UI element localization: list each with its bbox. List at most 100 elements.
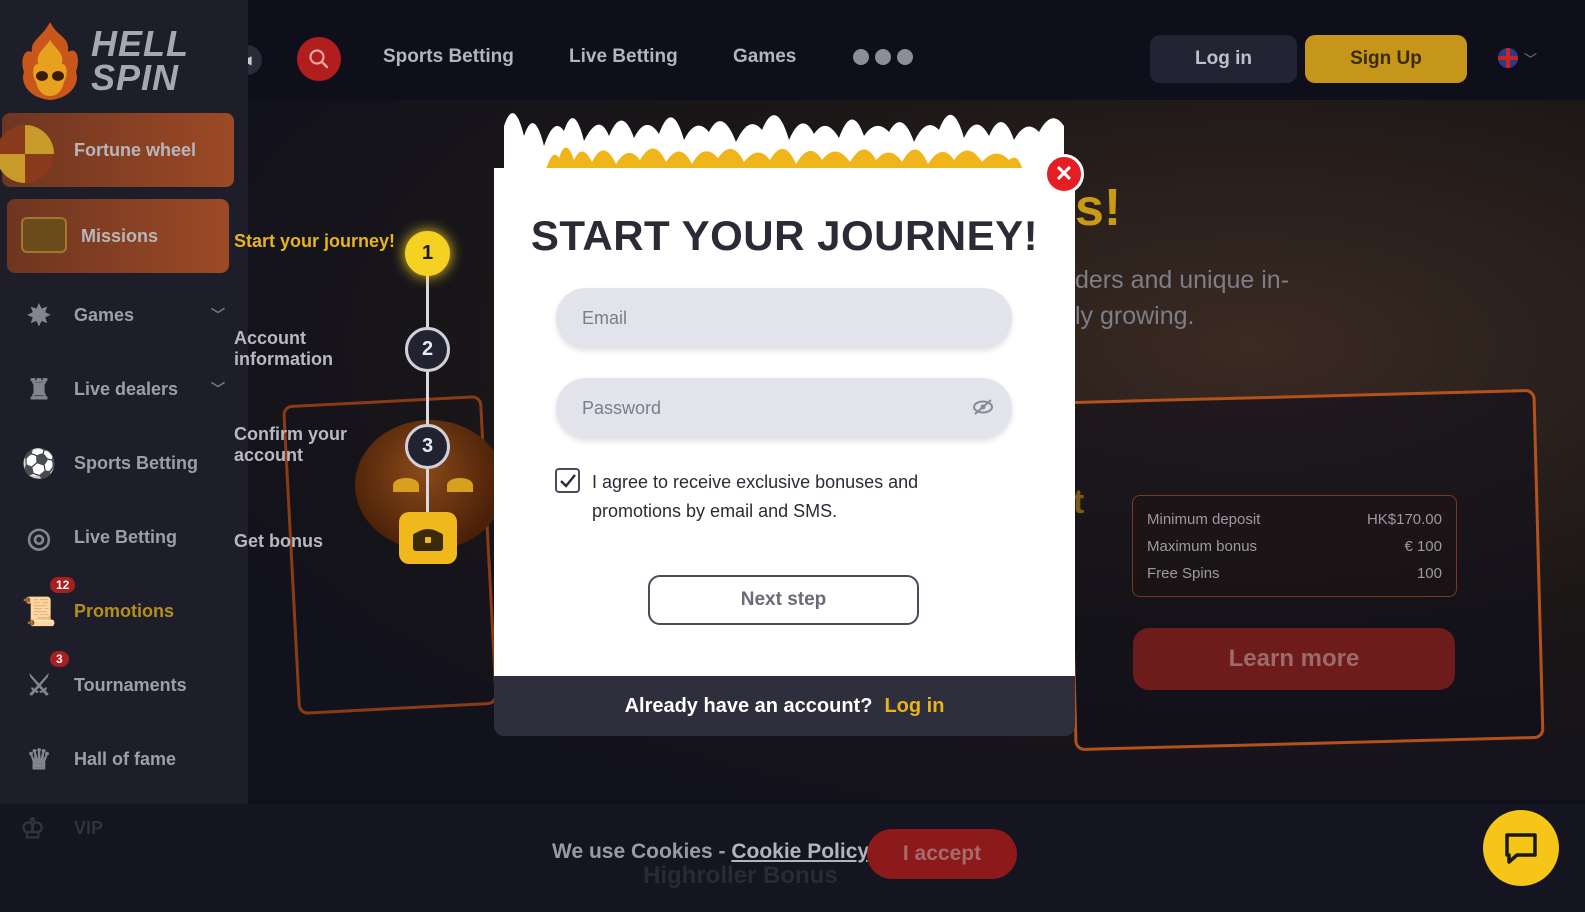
bonus-value: € 100 [1404,538,1442,555]
bonus-row: Minimum deposit HK$170.00 [1147,506,1442,533]
bonus-value: HK$170.00 [1366,511,1442,528]
hero-text-line1: ders and unique in- [1075,266,1290,294]
step-label-account-info: Account information [234,328,333,369]
sidebar-item-vip[interactable]: ♔ VIP [20,812,103,845]
hall-of-fame-icon: ♛ [26,743,52,775]
agree-checkbox[interactable] [555,468,580,493]
header-login-button[interactable]: Log in [1150,35,1297,83]
sidebar-item-label: Live dealers [74,378,179,399]
fortune-wheel-button[interactable]: Fortune wheel [0,113,234,187]
accept-cookies-button[interactable]: I accept [867,829,1017,879]
search-icon [309,49,329,69]
modal-title: START YOUR JOURNEY! [530,212,1039,259]
email-input[interactable] [582,307,962,329]
chevron-down-icon: ﹀ [211,381,225,397]
learn-more-button[interactable]: Learn more [1133,628,1455,690]
chat-bubble-icon [1505,833,1537,864]
steps-connector-line [426,275,429,520]
step-2-indicator: 2 [405,327,450,372]
missions-button[interactable]: Missions [7,199,229,273]
crown-icon: ♔ [20,813,46,844]
close-modal-button[interactable]: ✕ [1044,154,1084,194]
sidebar-item-promotions[interactable]: 📜 12 Promotions [20,577,235,633]
sidebar-item-label: Games [74,304,135,325]
sidebar-item-label: Live Betting [74,526,178,547]
highroller-bonus-title: Highroller Bonus [643,862,838,889]
sidebar-item-sports-betting[interactable]: ⚽ Sports Betting [20,441,235,485]
sidebar-item-games[interactable]: ✸ Games ﹀ [20,293,235,337]
hero-text-line2: ly growing. [1075,302,1195,330]
already-have-account-text: Already have an account? [624,694,873,717]
step-label-confirm-account: Confirm your account [234,424,348,465]
sidebar: HELL SPIN Fortune wheel Missions ✸ Games… [0,0,248,805]
registration-modal: START YOUR JOURNEY! I agree to receive e… [494,113,1084,736]
treasure-chest-icon [21,217,67,253]
sidebar-item-label: Sports Betting [74,452,198,473]
nav-sports-betting[interactable]: Sports Betting [383,46,514,68]
live-dealers-icon: ♜ [26,373,52,405]
nav-live-betting[interactable]: Live Betting [569,46,678,68]
fortune-wheel-label: Fortune wheel [74,139,197,160]
bonus-label: Minimum deposit [1147,511,1261,528]
logo-line1: HELL [91,23,189,64]
hero-title: s! [1075,179,1122,237]
promotions-count-badge: 12 [50,577,76,593]
flame-skull-logo-icon [22,22,78,100]
tournaments-count-badge: 3 [50,651,69,667]
logo-wordmark: HELL SPIN [91,23,189,98]
modal-login-link[interactable]: Log in [884,695,944,718]
missions-label: Missions [81,225,159,246]
chevron-down-icon: ﹀ [211,307,225,323]
step-3-indicator: 3 [405,424,450,469]
bonus-table: Minimum deposit HK$170.00 Maximum bonus € … [1132,495,1457,597]
next-step-button[interactable]: Next step [648,575,919,625]
cookie-text: We use Cookies - [552,840,732,863]
hide-password-eye-icon[interactable] [972,398,994,416]
step-label-get-bonus: Get bonus [234,531,323,551]
bonus-chest-icon [399,512,457,564]
step-label-start: Start your journey! [234,231,396,251]
bonus-row: Free Spins 100 [1147,560,1442,587]
chevron-down-icon: ﹀ [1524,51,1538,67]
pumpkin-eye [447,478,473,492]
language-selector[interactable]: ﹀ [1498,48,1537,68]
password-input[interactable] [582,397,962,419]
sidebar-item-label: Hall of fame [74,748,177,769]
bonus-label: Maximum bonus [1147,538,1258,555]
sidebar-item-tournaments[interactable]: ⚔ 3 Tournaments [20,651,235,707]
sidebar-item-label: Tournaments [74,674,187,695]
more-menu-button[interactable] [853,49,913,65]
password-field[interactable] [556,378,1012,438]
modal-footer: Already have an account? Log in [494,676,1075,736]
games-icon: ✸ [27,299,51,331]
bonus-row: Maximum bonus € 100 [1147,533,1442,560]
fortune-wheel-icon [0,125,54,183]
promotions-scroll-icon: 📜 [21,595,57,627]
search-button[interactable] [297,37,341,81]
uk-flag-icon [1498,48,1518,68]
agree-consent-text: I agree to receive exclusive bonuses and… [592,472,919,521]
sidebar-item-label: VIP [74,818,104,838]
email-field[interactable] [556,288,1012,348]
pumpkin-eye [393,478,419,492]
bonus-value: 100 [1416,565,1442,582]
live-chat-button[interactable] [1483,810,1559,886]
hero-description: ders and unique in- ly growing. [1075,262,1325,334]
cookie-notice-text: We use Cookies - Cookie Policy. [552,840,873,864]
checkmark-icon [559,473,576,488]
live-betting-icon: ◎ [26,521,52,553]
logo-line2: SPIN [91,57,180,98]
cookie-policy-link[interactable]: Cookie Policy [731,840,867,863]
hellspin-logo[interactable]: HELL SPIN [18,18,208,104]
flames-decoration-icon [504,113,1064,176]
bonus-label: Free Spins [1147,565,1220,582]
signup-button[interactable]: Sign Up [1305,35,1467,83]
nav-games[interactable]: Games [733,46,796,68]
close-icon: ✕ [1054,161,1074,186]
soccer-ball-icon: ⚽ [21,447,57,479]
sidebar-item-live-dealers[interactable]: ♜ Live dealers ﹀ [20,367,235,411]
sidebar-item-live-betting[interactable]: ◎ Live Betting [20,515,235,559]
sidebar-item-hall-of-fame[interactable]: ♛ Hall of fame [20,737,235,781]
tournaments-shield-icon: ⚔ [26,669,52,701]
modal-body: START YOUR JOURNEY! I agree to receive e… [494,168,1075,676]
